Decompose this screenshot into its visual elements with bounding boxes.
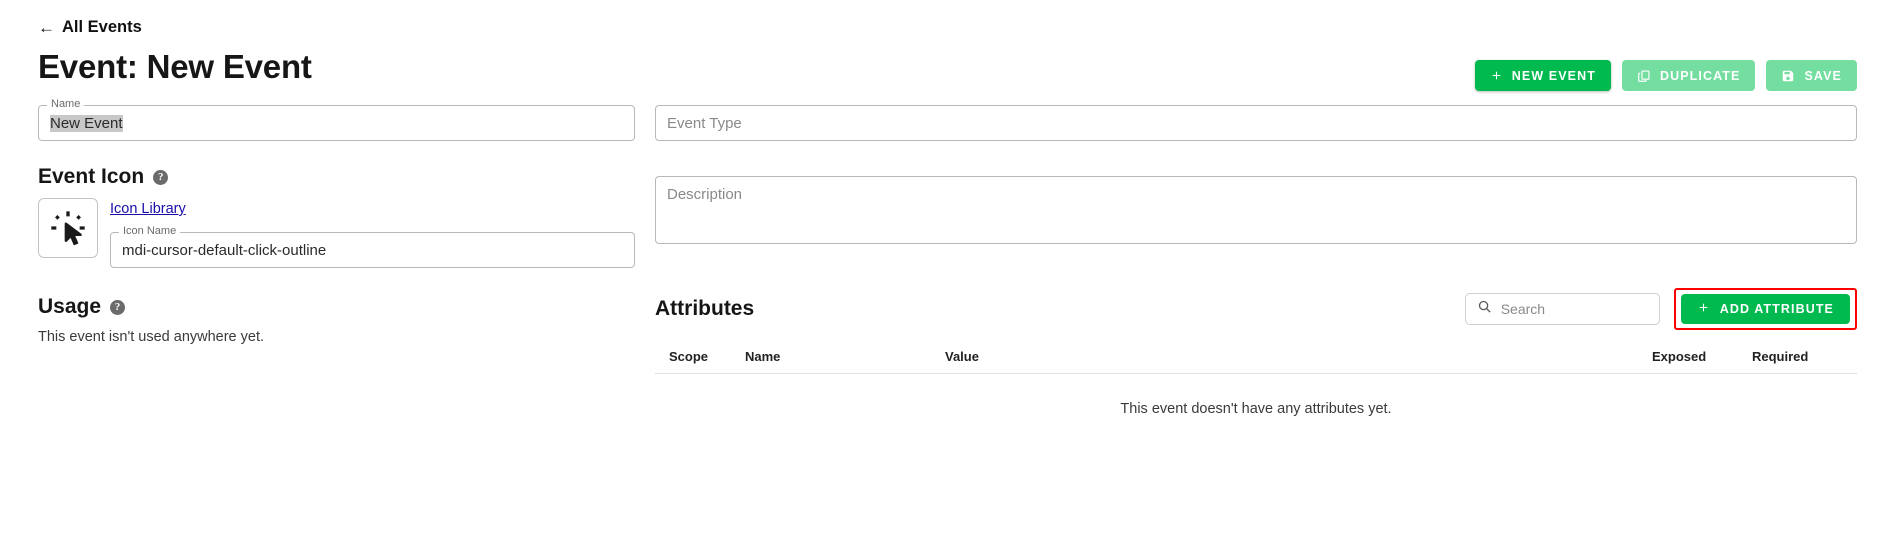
name-input[interactable]: New Event [38,105,635,141]
event-icon-section: Event Icon ? Icon Library Icon Name mdi-… [38,165,635,268]
add-attribute-button-label: ADD ATTRIBUTE [1719,302,1834,316]
attributes-table-header-row: Scope Name Value Exposed Required [655,349,1857,374]
duplicate-button-label: DUPLICATE [1659,68,1741,83]
icon-library-link[interactable]: Icon Library [110,201,186,217]
duplicate-button[interactable]: DUPLICATE [1621,60,1756,91]
attributes-empty-message: This event doesn't have any attributes y… [1120,401,1392,417]
event-type-field[interactable]: Event Type [655,105,1857,141]
icon-name-field[interactable]: Icon Name mdi-cursor-default-click-outli… [110,225,635,268]
event-icon-preview[interactable] [38,198,98,258]
search-input[interactable]: Search [1464,293,1660,325]
help-icon[interactable]: ? [110,299,126,315]
add-attribute-highlight: ADD ATTRIBUTE [1673,288,1857,330]
search-icon [1477,299,1492,319]
name-field[interactable]: Name New Event [38,98,635,141]
header-actions: NEW EVENT DUPLICATE SAVE [1474,48,1857,91]
column-header-required[interactable]: Required [1752,349,1857,374]
back-link-label: All Events [62,18,142,36]
description-placeholder: Description [667,186,743,203]
event-type-placeholder: Event Type [667,114,742,132]
icon-name-field-label: Icon Name [119,225,181,237]
event-icon-heading: Event Icon ? [38,165,635,189]
column-header-exposed[interactable]: Exposed [1652,349,1752,374]
icon-name-input-value: mdi-cursor-default-click-outline [122,241,327,259]
save-button[interactable]: SAVE [1766,60,1857,91]
icon-name-input[interactable]: mdi-cursor-default-click-outline [110,232,635,268]
copy-icon [1637,69,1651,83]
usage-heading: Usage ? [38,295,635,319]
help-icon[interactable]: ? [153,169,169,185]
content-columns: Name New Event Event Icon ? Icon Library… [38,98,1857,417]
event-icon-row: Icon Library Icon Name mdi-cursor-defaul… [38,198,635,268]
left-column: Name New Event Event Icon ? Icon Library… [38,98,635,417]
name-input-value: New Event [50,114,123,132]
description-field[interactable]: Description [655,176,1857,244]
plus-icon [1697,301,1710,317]
save-icon [1781,69,1795,83]
title-row: Event: New Event NEW EVENT DUPLICATE SAV… [38,48,1857,91]
event-detail-page: ← All Events Event: New Event NEW EVENT … [0,0,1895,536]
new-event-button[interactable]: NEW EVENT [1474,60,1611,91]
attributes-table: Scope Name Value Exposed Required [655,349,1857,374]
column-header-name[interactable]: Name [745,349,945,374]
event-icon-details: Icon Library Icon Name mdi-cursor-defaul… [110,198,635,268]
add-attribute-button[interactable]: ADD ATTRIBUTE [1680,294,1850,324]
save-button-label: SAVE [1804,68,1842,83]
attributes-title: Attributes [655,297,755,320]
search-input-placeholder: Search [1500,301,1546,317]
description-textarea[interactable]: Description [655,176,1857,244]
right-column: Event Type Description Attributes Search… [655,105,1857,417]
column-header-value[interactable]: Value [945,349,1652,374]
back-arrow-icon: ← [38,18,55,37]
event-icon-heading-label: Event Icon [38,165,145,188]
usage-heading-label: Usage [38,295,102,318]
column-header-scope[interactable]: Scope [655,349,745,374]
attributes-header: Attributes Search ADD ATTRIBUTE [655,288,1857,330]
usage-section: Usage ? This event isn't used anywhere y… [38,295,635,345]
cursor-default-click-outline-icon [51,211,85,246]
new-event-button-label: NEW EVENT [1511,68,1596,83]
page-title: Event: New Event [38,48,312,85]
back-to-all-events-link[interactable]: ← All Events [38,18,142,37]
event-type-input[interactable]: Event Type [655,105,1857,141]
name-field-label: Name [47,98,85,110]
attributes-toolbar: Search ADD ATTRIBUTE [1464,288,1857,330]
usage-empty-text: This event isn't used anywhere yet. [38,329,265,345]
plus-icon [1490,69,1503,82]
